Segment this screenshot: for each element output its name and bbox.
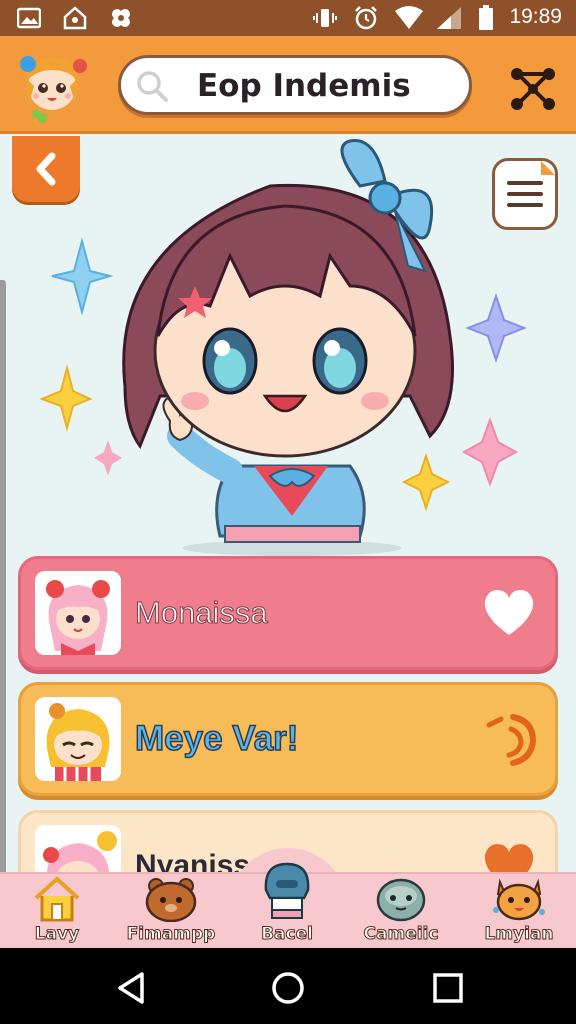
robot-icon — [260, 860, 314, 920]
tab-lmyian[interactable]: Lmyian — [464, 874, 574, 946]
status-bar: 19:89 — [0, 0, 576, 36]
settings-icon — [108, 6, 134, 30]
fox-icon — [492, 876, 546, 922]
character-thumbnail — [35, 571, 121, 655]
alarm-icon — [352, 6, 380, 30]
tab-label: Fimampp — [126, 924, 216, 945]
tab-label: Lmyian — [484, 924, 554, 945]
bear-icon — [144, 876, 198, 923]
system-nav-bar — [0, 948, 576, 1024]
menu-icon — [507, 161, 555, 207]
chibi-avatar-icon[interactable] — [14, 48, 90, 124]
image-icon — [16, 6, 42, 30]
back-button[interactable] — [12, 136, 80, 202]
tab-cameiic[interactable]: Cameiic — [346, 874, 456, 946]
list-item[interactable]: Monaissa — [18, 556, 558, 670]
menu-button[interactable] — [492, 158, 558, 230]
tab-bacel[interactable]: Bacel — [232, 862, 342, 946]
wifi-icon — [394, 6, 424, 30]
share-icon[interactable] — [508, 66, 558, 112]
tab-lavy[interactable]: Lavy — [2, 874, 112, 946]
scrollbar[interactable] — [0, 280, 6, 880]
list-item[interactable]: Meye Var! — [18, 682, 558, 796]
vibrate-icon — [312, 6, 338, 30]
refresh-icon[interactable] — [479, 709, 539, 769]
status-time: 19:89 — [509, 5, 562, 28]
home-circle-icon[interactable] — [268, 968, 308, 1008]
hero-character-illustration — [30, 136, 540, 556]
character-thumbnail — [35, 697, 121, 781]
search-bar[interactable]: Eop Indemis — [118, 55, 472, 115]
tab-label: Cameiic — [363, 924, 439, 945]
heart-icon[interactable] — [479, 583, 539, 643]
tab-label: Bacel — [261, 924, 314, 945]
search-icon[interactable] — [135, 69, 169, 103]
battery-icon — [476, 5, 496, 30]
chevron-left-icon — [36, 152, 56, 186]
home-icon — [62, 6, 88, 30]
house-icon — [30, 876, 84, 922]
card-title: Meye Var! — [134, 718, 299, 759]
signal-icon — [434, 6, 464, 30]
search-input[interactable]: Eop Indemis — [197, 68, 411, 104]
card-title: Monaissa — [135, 595, 269, 631]
recents-square-icon[interactable] — [428, 968, 468, 1008]
tab-fimampp[interactable]: Fimampp — [116, 874, 226, 946]
back-triangle-icon[interactable] — [112, 968, 152, 1008]
blob-icon — [374, 876, 428, 922]
app-header: Eop Indemis — [0, 36, 576, 134]
tab-label: Lavy — [34, 924, 80, 945]
